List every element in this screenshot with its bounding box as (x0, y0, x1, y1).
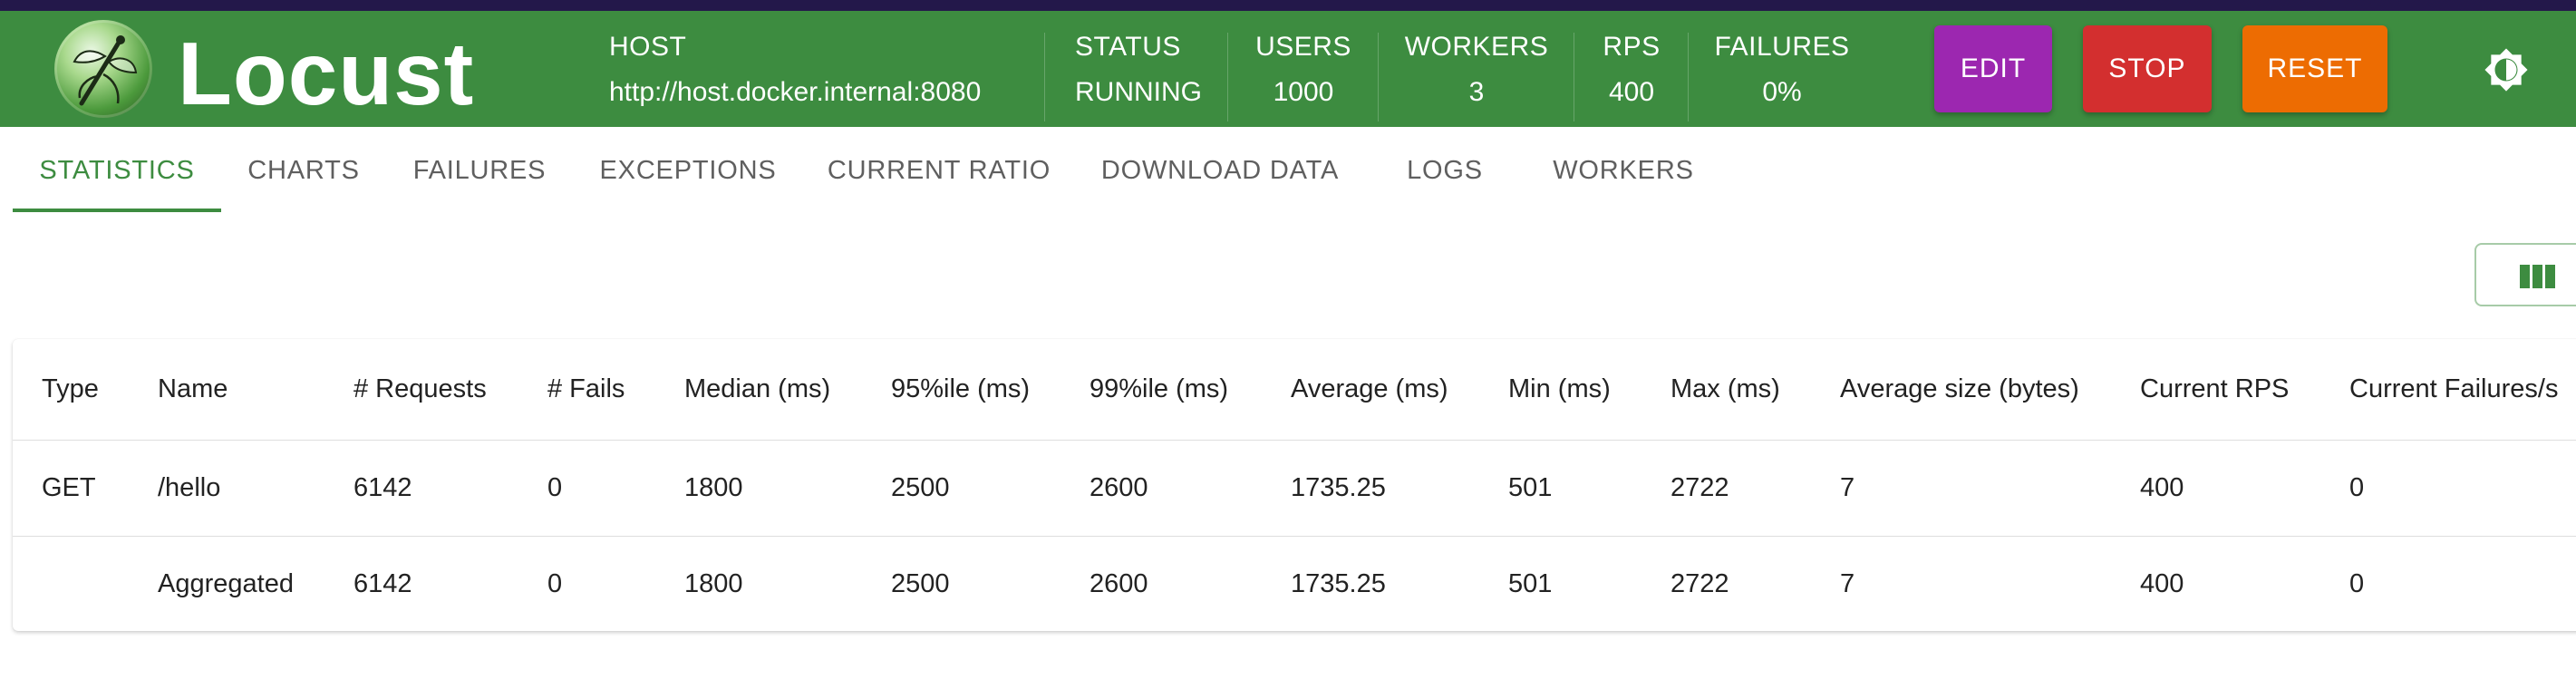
active-tab-indicator (13, 209, 221, 212)
stop-button[interactable]: STOP (2083, 25, 2212, 112)
table-cell: GET (42, 473, 96, 502)
window-top-strip (0, 0, 2576, 11)
stat-divider (1227, 33, 1228, 121)
table-cell: 2500 (891, 473, 950, 502)
app-title: Locust (178, 24, 475, 123)
stat-users-value: 1000 (1273, 77, 1334, 107)
stat-host-label: HOST (609, 32, 687, 62)
table-cell: 501 (1508, 568, 1553, 598)
app-bar: Locust HOST http://host.docker.internal:… (0, 11, 2576, 127)
table-cell: 0 (2349, 568, 2365, 598)
column-header[interactable]: 95%ile (ms) (891, 339, 1030, 440)
column-header[interactable]: Average size (bytes) (1840, 339, 2079, 440)
column-header[interactable]: # Fails (547, 339, 625, 440)
stat-divider (1044, 33, 1045, 121)
table-cell: 2600 (1089, 568, 1148, 598)
table-cell: 0 (2349, 473, 2365, 502)
reset-button[interactable]: RESET (2242, 25, 2387, 112)
column-header[interactable]: Name (158, 339, 228, 440)
table-cell: 400 (2140, 473, 2184, 502)
tab-failures[interactable]: FAILURES (402, 127, 557, 214)
table-cell: 1800 (684, 568, 743, 598)
stat-status-label: STATUS (1075, 32, 1181, 62)
stat-failures-value: 0% (1762, 77, 1802, 107)
tab-logs[interactable]: LOGS (1390, 127, 1499, 214)
brightness-icon[interactable] (2484, 47, 2529, 92)
tab-bar: STATISTICS CHARTS FAILURES EXCEPTIONS CU… (0, 127, 2576, 214)
column-header[interactable]: Current Failures/s (2349, 339, 2558, 440)
table-cell: 0 (547, 568, 563, 598)
stat-users-label: USERS (1255, 32, 1351, 62)
edit-button[interactable]: EDIT (1934, 25, 2052, 112)
column-header[interactable]: # Requests (353, 339, 487, 440)
table-header-row: Type Name # Requests # Fails Median (ms)… (13, 339, 2576, 441)
tab-current-ratio[interactable]: CURRENT RATIO (821, 127, 1057, 214)
statistics-table: Type Name # Requests # Fails Median (ms)… (13, 339, 2576, 631)
table-cell: 501 (1508, 473, 1553, 502)
column-selector-button[interactable] (2474, 243, 2576, 306)
table-cell: 6142 (353, 568, 412, 598)
tab-statistics[interactable]: STATISTICS (13, 127, 221, 214)
column-header[interactable]: Current RPS (2140, 339, 2289, 440)
stat-failures-label: FAILURES (1714, 32, 1850, 62)
stat-failures: FAILURES 0% (1709, 29, 1855, 116)
table-cell: 2722 (1671, 473, 1729, 502)
table-cell: 2600 (1089, 473, 1148, 502)
stat-rps-value: 400 (1608, 77, 1655, 107)
table-cell: 6142 (353, 473, 412, 502)
tab-exceptions[interactable]: EXCEPTIONS (591, 127, 785, 214)
tab-download-data[interactable]: DOWNLOAD DATA (1093, 127, 1347, 214)
column-header[interactable]: Median (ms) (684, 339, 830, 440)
table-cell: 0 (547, 473, 563, 502)
table-cell: 2722 (1671, 568, 1729, 598)
column-header[interactable]: Max (ms) (1671, 339, 1780, 440)
table-cell: 1800 (684, 473, 743, 502)
table-cell: 7 (1840, 568, 1855, 598)
table-cell: 2500 (891, 568, 950, 598)
table-cell: 1735.25 (1291, 568, 1386, 598)
stat-users: USERS 1000 (1242, 29, 1365, 116)
stat-host-value: http://host.docker.internal:8080 (609, 77, 982, 107)
stat-rps: RPS 400 (1588, 29, 1675, 116)
stat-status: STATUS RUNNING (1075, 29, 1220, 116)
tab-charts[interactable]: CHARTS (236, 127, 372, 214)
stat-workers-label: WORKERS (1404, 32, 1549, 62)
stat-divider (1378, 33, 1379, 121)
table-row-aggregated: Aggregated 6142 0 1800 2500 2600 1735.25… (13, 537, 2576, 631)
table-row: GET /hello 6142 0 1800 2500 2600 1735.25… (13, 441, 2576, 537)
stat-divider (1688, 33, 1689, 121)
stat-status-value: RUNNING (1075, 77, 1202, 107)
stat-workers-value: 3 (1468, 77, 1485, 107)
stat-host: HOST http://host.docker.internal:8080 (609, 29, 1044, 116)
table-cell: /hello (158, 473, 221, 502)
column-header[interactable]: Min (ms) (1508, 339, 1611, 440)
table-cell: 400 (2140, 568, 2184, 598)
tab-workers[interactable]: WORKERS (1545, 127, 1702, 214)
table-cell: 7 (1840, 473, 1855, 502)
table-cell: 1735.25 (1291, 473, 1386, 502)
column-header[interactable]: Average (ms) (1291, 339, 1448, 440)
column-header[interactable]: 99%ile (ms) (1089, 339, 1228, 440)
stat-workers: WORKERS 3 (1392, 29, 1561, 116)
stat-rps-label: RPS (1603, 32, 1661, 62)
table-cell: Aggregated (158, 568, 294, 598)
locust-logo-icon (54, 20, 152, 118)
column-header[interactable]: Type (42, 339, 99, 440)
